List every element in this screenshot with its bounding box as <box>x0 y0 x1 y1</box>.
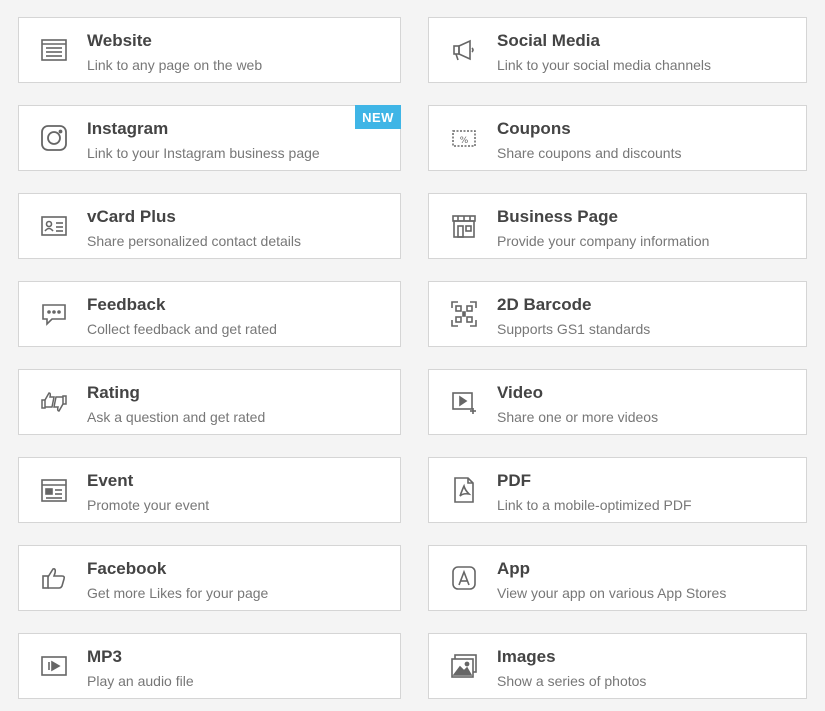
new-badge: NEW <box>355 105 401 129</box>
pdf-icon <box>449 475 479 505</box>
feedback-icon <box>39 299 69 329</box>
barcode-icon <box>449 299 479 329</box>
card-subtitle: Promote your event <box>87 497 210 513</box>
card-subtitle: Link to any page on the web <box>87 57 263 73</box>
card-video[interactable]: Video Share one or more videos <box>428 369 807 435</box>
card-subtitle: View your app on various App Stores <box>497 585 727 601</box>
card-app[interactable]: App View your app on various App Stores <box>428 545 807 611</box>
card-images[interactable]: Images Show a series of photos <box>428 633 807 699</box>
storefront-icon <box>449 211 479 241</box>
video-icon <box>449 387 479 417</box>
vcard-icon <box>39 211 69 241</box>
card-subtitle: Play an audio file <box>87 673 194 689</box>
card-business-page[interactable]: Business Page Provide your company infor… <box>428 193 807 259</box>
card-subtitle: Link to your Instagram business page <box>87 145 320 161</box>
card-title: vCard Plus <box>87 207 176 226</box>
card-subtitle: Share one or more videos <box>497 409 659 425</box>
card-social-media[interactable]: Social Media Link to your social media c… <box>428 17 807 83</box>
thumbs-up-icon <box>39 563 69 593</box>
card-subtitle: Collect feedback and get rated <box>87 321 277 337</box>
rating-icon <box>39 387 69 417</box>
coupon-icon: % <box>449 123 479 153</box>
svg-text:%: % <box>460 136 469 146</box>
card-title: Rating <box>87 383 140 402</box>
card-title: Website <box>87 31 152 50</box>
card-feedback[interactable]: Feedback Collect feedback and get rated <box>18 281 401 347</box>
card-subtitle: Ask a question and get rated <box>87 409 266 425</box>
audio-icon <box>39 651 69 681</box>
card-subtitle: Share coupons and discounts <box>497 145 682 161</box>
card-subtitle: Get more Likes for your page <box>87 585 269 601</box>
card-subtitle: Supports GS1 standards <box>497 321 651 337</box>
website-icon <box>39 35 69 65</box>
card-title: MP3 <box>87 647 122 666</box>
card-title: PDF <box>497 471 531 490</box>
card-title: App <box>497 559 531 578</box>
card-2d-barcode[interactable]: 2D Barcode Supports GS1 standards <box>428 281 807 347</box>
card-title: 2D Barcode <box>497 295 592 314</box>
card-subtitle: Show a series of photos <box>497 673 647 689</box>
card-rating[interactable]: Rating Ask a question and get rated <box>18 369 401 435</box>
app-store-icon <box>449 563 479 593</box>
card-title: Event <box>87 471 134 490</box>
card-title: Images <box>497 647 556 666</box>
card-pdf[interactable]: PDF Link to a mobile-optimized PDF <box>428 457 807 523</box>
card-title: Coupons <box>497 119 571 138</box>
card-subtitle: Link to your social media channels <box>497 57 712 73</box>
card-title: Social Media <box>497 31 600 50</box>
event-icon <box>39 475 69 505</box>
megaphone-icon <box>449 35 479 65</box>
images-icon <box>449 651 479 681</box>
card-title: Business Page <box>497 207 618 226</box>
card-instagram[interactable]: Instagram Link to your Instagram busines… <box>18 105 401 171</box>
card-title: Instagram <box>87 119 169 138</box>
card-title: Facebook <box>87 559 167 578</box>
card-vcard-plus[interactable]: vCard Plus Share personalized contact de… <box>18 193 401 259</box>
card-event[interactable]: Event Promote your event <box>18 457 401 523</box>
card-website[interactable]: Website Link to any page on the web <box>18 17 401 83</box>
card-subtitle: Share personalized contact details <box>87 233 302 249</box>
card-facebook[interactable]: Facebook Get more Likes for your page <box>18 545 401 611</box>
instagram-icon <box>39 123 69 153</box>
card-mp3[interactable]: MP3 Play an audio file <box>18 633 401 699</box>
card-subtitle: Provide your company information <box>497 233 710 249</box>
card-subtitle: Link to a mobile-optimized PDF <box>497 497 692 513</box>
card-coupons[interactable]: % Coupons Share coupons and discounts <box>428 105 807 171</box>
card-title: Feedback <box>87 295 166 314</box>
card-title: Video <box>497 383 543 402</box>
